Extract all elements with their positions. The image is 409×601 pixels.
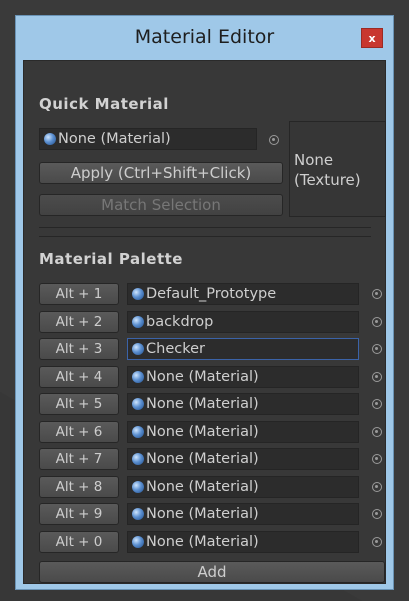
palette-material-value: None (Material)	[146, 396, 259, 412]
section-divider	[39, 227, 371, 228]
object-picker-icon[interactable]	[372, 316, 382, 327]
material-sphere-icon	[132, 480, 144, 493]
shortcut-key-button[interactable]: Alt + 5	[39, 393, 119, 415]
object-picker-icon[interactable]	[372, 426, 382, 437]
material-sphere-icon	[132, 288, 144, 300]
editor-panel: Quick Material None (Material) Apply (Ct…	[23, 60, 386, 584]
shortcut-key-button[interactable]: Alt + 7	[39, 448, 119, 470]
shortcut-key-button[interactable]: Alt + 4	[39, 365, 119, 388]
title-bar[interactable]: Material Editor x	[16, 16, 393, 60]
quick-material-value: None (Material)	[58, 131, 171, 147]
palette-material-value: Checker	[146, 341, 205, 357]
quick-material-heading: Quick Material	[39, 95, 169, 113]
shortcut-key-button[interactable]: Alt + 9	[39, 503, 119, 525]
quick-material-field[interactable]: None (Material)	[39, 128, 257, 150]
material-sphere-icon	[132, 370, 144, 383]
object-picker-icon[interactable]	[372, 399, 382, 409]
palette-material-value: None (Material)	[146, 423, 259, 440]
window-title: Material Editor	[134, 26, 275, 48]
object-picker-icon[interactable]	[372, 289, 382, 299]
object-picker-icon[interactable]	[372, 536, 382, 547]
shortcut-key-button[interactable]: Alt + 2	[39, 310, 119, 333]
palette-material-value: None (Material)	[146, 368, 259, 385]
material-sphere-icon	[132, 315, 144, 328]
object-picker-icon[interactable]	[372, 371, 382, 382]
palette-material-value: None (Material)	[146, 533, 259, 550]
material-sphere-icon	[132, 453, 144, 465]
palette-material-value: None (Material)	[146, 451, 259, 467]
close-button[interactable]: x	[361, 28, 383, 48]
texture-slot[interactable]: None (Texture)	[289, 121, 386, 217]
texture-slot-value: None	[294, 151, 334, 169]
material-sphere-icon	[44, 133, 56, 145]
shortcut-key-button[interactable]: Alt + 1	[39, 283, 119, 305]
palette-material-value: None (Material)	[146, 506, 259, 522]
material-sphere-icon	[132, 398, 144, 410]
palette-material-field[interactable]: Default_Prototype	[127, 283, 359, 305]
texture-slot-type: (Texture)	[294, 171, 361, 189]
shortcut-key-button[interactable]: Alt + 6	[39, 420, 119, 443]
shortcut-key-button[interactable]: Alt + 8	[39, 475, 119, 498]
palette-material-value: None (Material)	[146, 478, 259, 495]
palette-material-value: backdrop	[146, 313, 214, 330]
add-button[interactable]: Add	[39, 561, 385, 583]
palette-material-field[interactable]: None (Material)	[127, 420, 359, 443]
object-picker-icon[interactable]	[372, 344, 382, 354]
shortcut-key-button[interactable]: Alt + 0	[39, 530, 119, 553]
palette-material-field[interactable]: None (Material)	[127, 475, 359, 498]
palette-material-field[interactable]: None (Material)	[127, 530, 359, 553]
palette-material-field[interactable]: None (Material)	[127, 503, 359, 525]
palette-material-field[interactable]: Checker	[127, 338, 359, 360]
object-picker-icon[interactable]	[372, 454, 382, 464]
material-sphere-icon	[132, 508, 144, 520]
material-editor-window: Material Editor x Quick Material None (M…	[15, 15, 394, 590]
material-sphere-icon	[132, 535, 144, 548]
palette-material-field[interactable]: None (Material)	[127, 365, 359, 388]
apply-button[interactable]: Apply (Ctrl+Shift+Click)	[39, 162, 283, 184]
material-sphere-icon	[132, 425, 144, 438]
match-selection-button: Match Selection	[39, 194, 283, 216]
object-picker-icon[interactable]	[372, 509, 382, 519]
palette-material-field[interactable]: backdrop	[127, 310, 359, 333]
palette-material-field[interactable]: None (Material)	[127, 393, 359, 415]
material-palette-heading: Material Palette	[39, 250, 183, 268]
object-picker-icon[interactable]	[372, 481, 382, 492]
object-picker-icon[interactable]	[269, 135, 279, 145]
material-sphere-icon	[132, 343, 144, 355]
shortcut-key-button[interactable]: Alt + 3	[39, 338, 119, 360]
section-divider	[39, 236, 371, 237]
palette-material-field[interactable]: None (Material)	[127, 448, 359, 470]
palette-material-value: Default_Prototype	[146, 286, 277, 302]
